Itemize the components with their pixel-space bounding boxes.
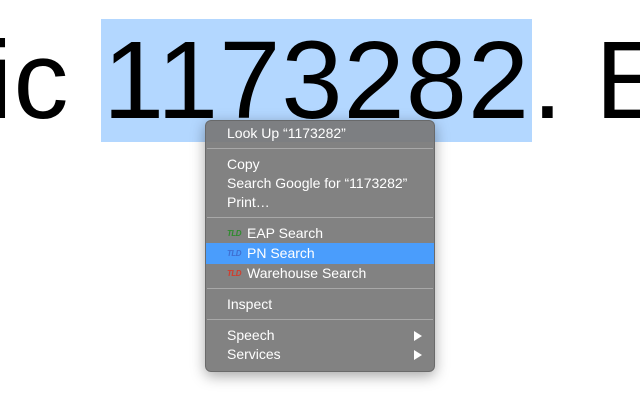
- eap-search-label: EAP Search: [247, 225, 324, 241]
- menu-item-services[interactable]: Services: [206, 345, 434, 364]
- menu-separator: [207, 288, 433, 289]
- menu-separator: [207, 217, 433, 218]
- menu-item-search-google[interactable]: Search Google for “1173282”: [206, 174, 434, 193]
- pn-search-label: PN Search: [247, 245, 315, 261]
- tld-icon: TLD: [227, 248, 242, 258]
- menu-item-copy[interactable]: Copy: [206, 155, 434, 174]
- menu-separator: [207, 148, 433, 149]
- inspect-label: Inspect: [227, 296, 273, 312]
- copy-label: Copy: [227, 156, 260, 172]
- menu-item-inspect[interactable]: Inspect: [206, 295, 434, 314]
- services-label: Services: [227, 346, 281, 362]
- tld-icon: TLD: [227, 268, 242, 278]
- menu-item-speech[interactable]: Speech: [206, 326, 434, 345]
- text-after: . E: [532, 19, 640, 142]
- submenu-arrow-icon: [414, 331, 422, 341]
- print-label: Print…: [227, 194, 270, 210]
- look-up-label: Look Up “1173282”: [227, 125, 346, 141]
- menu-item-eap-search[interactable]: TLD EAP Search: [206, 224, 434, 243]
- menu-separator: [207, 319, 433, 320]
- speech-label: Speech: [227, 327, 275, 343]
- warehouse-search-label: Warehouse Search: [247, 265, 367, 281]
- submenu-arrow-icon: [414, 350, 422, 360]
- search-google-label: Search Google for “1173282”: [227, 175, 408, 191]
- text-before: ic: [0, 19, 70, 142]
- context-menu: Look Up “1173282” Copy Search Google for…: [205, 120, 435, 372]
- menu-item-look-up[interactable]: Look Up “1173282”: [206, 124, 434, 143]
- menu-item-warehouse-search[interactable]: TLD Warehouse Search: [206, 264, 434, 283]
- tld-icon: TLD: [227, 228, 242, 238]
- menu-item-pn-search[interactable]: TLD PN Search: [206, 243, 434, 264]
- menu-item-print[interactable]: Print…: [206, 193, 434, 212]
